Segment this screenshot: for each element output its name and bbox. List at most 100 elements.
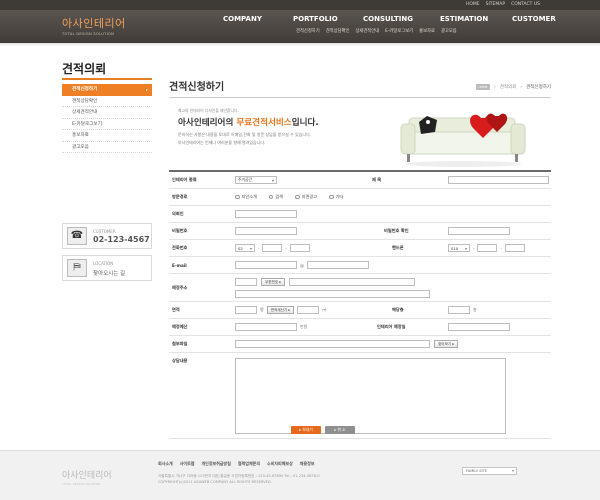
sub-navigation: 견적신청하기 견적상담확인 상세견적안내 E-카달로그보기 홍보자료 광고모음: [296, 28, 457, 34]
zipcode-button[interactable]: 우편번호 ▸: [261, 278, 286, 286]
visit-path-label: 방문경로: [169, 189, 188, 205]
footer-link[interactable]: 채용정보: [300, 461, 315, 467]
sidebar-title: 견적의뢰: [62, 60, 152, 80]
breadcrumb-arrow-icon: ›: [493, 84, 496, 90]
phone-middle-input[interactable]: [262, 244, 283, 252]
breadcrumb-item[interactable]: 견적의뢰: [500, 84, 517, 90]
customer-phone: 02-123-4567: [93, 235, 150, 244]
radio-icon: [329, 194, 334, 200]
sidebar-item-ads[interactable]: 광고모음: [62, 142, 152, 153]
subnav-item[interactable]: E-카달로그보기: [385, 28, 413, 34]
sidebar: 견적의뢰 견적신청하기 견적상담확인 상세견적안내 E-카달로그보기 홍보자료 …: [62, 60, 152, 281]
intro-title-post: 입니다.: [291, 118, 319, 128]
nav-estimation[interactable]: ESTIMATION: [440, 15, 488, 23]
mobile-middle-input[interactable]: [477, 244, 498, 252]
sidebar-item-pr[interactable]: 홍보자료: [62, 130, 152, 142]
util-link-home[interactable]: HOME: [466, 2, 480, 7]
intro-title-highlight: 무료견적서비스: [236, 118, 292, 128]
sidebar-item-estimate-guide[interactable]: 상세견적안내: [62, 107, 152, 119]
visit-radio-other[interactable]: 기타: [329, 194, 343, 200]
visit-radio-referral[interactable]: 지인소개: [235, 194, 257, 200]
visit-radio-search[interactable]: 검색: [268, 194, 283, 200]
phone-last-input[interactable]: [289, 244, 310, 252]
area-pyeong-input[interactable]: [235, 306, 257, 314]
mobile-prefix-select[interactable]: 010: [448, 244, 470, 252]
breadcrumb: HOME › 견적의뢰 › 견적신청하기: [475, 84, 551, 90]
title-divider: [169, 97, 551, 98]
subnav-item[interactable]: 견적신청하기: [296, 28, 320, 34]
subnav-item[interactable]: 광고모음: [441, 28, 457, 34]
mobile-sep: -: [500, 245, 502, 251]
sidebar-item-estimate-request[interactable]: 견적신청하기: [62, 84, 152, 96]
family-site-select[interactable]: FAMILY SITE: [462, 467, 517, 475]
map-icon: ⛿: [67, 259, 87, 277]
area-sqm-input[interactable]: [297, 306, 320, 314]
requester-input[interactable]: [235, 210, 297, 218]
intro-desc-line: 문의하신 사항은 내용을 토대로 이메일,전화 및 방문 상담을 받으실 수 있…: [178, 132, 312, 137]
visit-radio-print-ad[interactable]: 지면광고: [295, 194, 317, 200]
area-label: 면적: [169, 302, 180, 318]
footer-link[interactable]: 개인정보취급방침: [201, 461, 230, 467]
subnav-item[interactable]: 홍보자료: [419, 28, 435, 34]
footer-info: 서울특별시 가나구 다라동 123번지 대표:홍길동 사업자등록번호 : 123…: [158, 473, 320, 485]
address-input-1[interactable]: [289, 278, 416, 286]
sidebar-item-ecatalog[interactable]: E-카달로그보기: [62, 119, 152, 130]
footer-logo-sub: TOTAL DESIGN SOLUTION: [62, 482, 101, 486]
footer-copyright: COPYRIGHT(c)2011 ASAWEB COMPANY ALL RIGH…: [158, 480, 272, 484]
attachment-path-input[interactable]: [235, 340, 430, 348]
footer-link[interactable]: 사이트맵: [180, 461, 195, 467]
floor-input[interactable]: [448, 306, 470, 314]
address-input-2[interactable]: [235, 290, 430, 298]
detail-textarea[interactable]: [235, 358, 506, 434]
utility-links: HOME SITEMAP CONTACT US: [466, 2, 540, 7]
email-domain-input[interactable]: [307, 261, 369, 269]
location-box[interactable]: ⛿ LOCATION 찾아오시는 길: [62, 255, 152, 281]
submit-button[interactable]: ▸ 보내기: [291, 426, 321, 434]
nav-portfolio[interactable]: PORTFOLIO: [293, 15, 338, 23]
file-browse-button[interactable]: 찾아보기 ▸: [434, 340, 459, 348]
location-text: 찾아오시는 길: [93, 271, 126, 277]
subject-input[interactable]: [448, 176, 549, 184]
schedule-date-input[interactable]: [448, 323, 510, 331]
customer-phone-box: ☎ CUSTOMER 02-123-4567: [62, 223, 152, 249]
sidebar-item-estimate-check[interactable]: 견적상담확인: [62, 96, 152, 107]
breadcrumb-arrow-icon: ›: [520, 84, 523, 90]
footer-logo: 아사인테리어 TOTAL DESIGN SOLUTION: [62, 468, 112, 486]
subnav-item[interactable]: 상세견적안내: [355, 28, 379, 34]
cancel-button[interactable]: ▸ 취 소: [325, 426, 355, 434]
radio-icon: [235, 194, 240, 200]
area-calculator-button[interactable]: 면적계산기 ▸: [266, 306, 295, 314]
form-actions: ▸ 보내기 ▸ 취 소: [291, 426, 355, 434]
floor-unit: 층: [473, 307, 477, 312]
subnav-item[interactable]: 견적상담확인: [326, 28, 350, 34]
schedule-date-label: 인테리어 예정일: [374, 319, 406, 335]
phone-prefix-select[interactable]: 02: [235, 244, 255, 252]
nav-company[interactable]: COMPANY: [223, 15, 262, 23]
location-label: LOCATION: [93, 261, 114, 266]
mobile-label: 핸드폰: [389, 240, 404, 256]
password-confirm-input[interactable]: [448, 227, 510, 235]
budget-input[interactable]: [235, 323, 297, 331]
requester-label: 의뢰인: [169, 206, 184, 222]
nav-customer[interactable]: CUSTOMER: [512, 15, 556, 23]
header: 아사인테리어 TOTAL DESIGN SOLUTION COMPANY POR…: [0, 10, 600, 43]
mobile-last-input[interactable]: [504, 244, 525, 252]
interior-type-select[interactable]: 주거공간: [235, 176, 277, 184]
password-label: 비밀번호: [169, 223, 188, 239]
site-logo[interactable]: 아사인테리어 TOTAL DESIGN SOLUTION: [62, 15, 126, 36]
home-icon[interactable]: HOME: [475, 84, 490, 90]
radio-icon: [295, 194, 300, 200]
telephone-icon: ☎: [67, 227, 87, 245]
footer-link[interactable]: 소비자피해보상: [267, 461, 293, 467]
nav-consulting[interactable]: CONSULTING: [363, 15, 413, 23]
util-link-sitemap[interactable]: SITEMAP: [486, 2, 505, 7]
email-id-input[interactable]: [235, 261, 297, 269]
zipcode-input[interactable]: [235, 278, 257, 286]
form-row-phone: 전화번호 02 - - 핸드폰 010 - -: [169, 240, 551, 257]
footer-link[interactable]: 협력업체문의: [238, 461, 260, 467]
footer-link[interactable]: 회사소개: [158, 461, 173, 467]
interior-type-label: 인테리어 종류: [169, 172, 229, 188]
util-link-contact[interactable]: CONTACT US: [511, 2, 540, 7]
footer-links: 회사소개 사이트맵 개인정보취급방침 협력업체문의 소비자피해보상 채용정보: [158, 461, 315, 467]
password-input[interactable]: [235, 227, 297, 235]
